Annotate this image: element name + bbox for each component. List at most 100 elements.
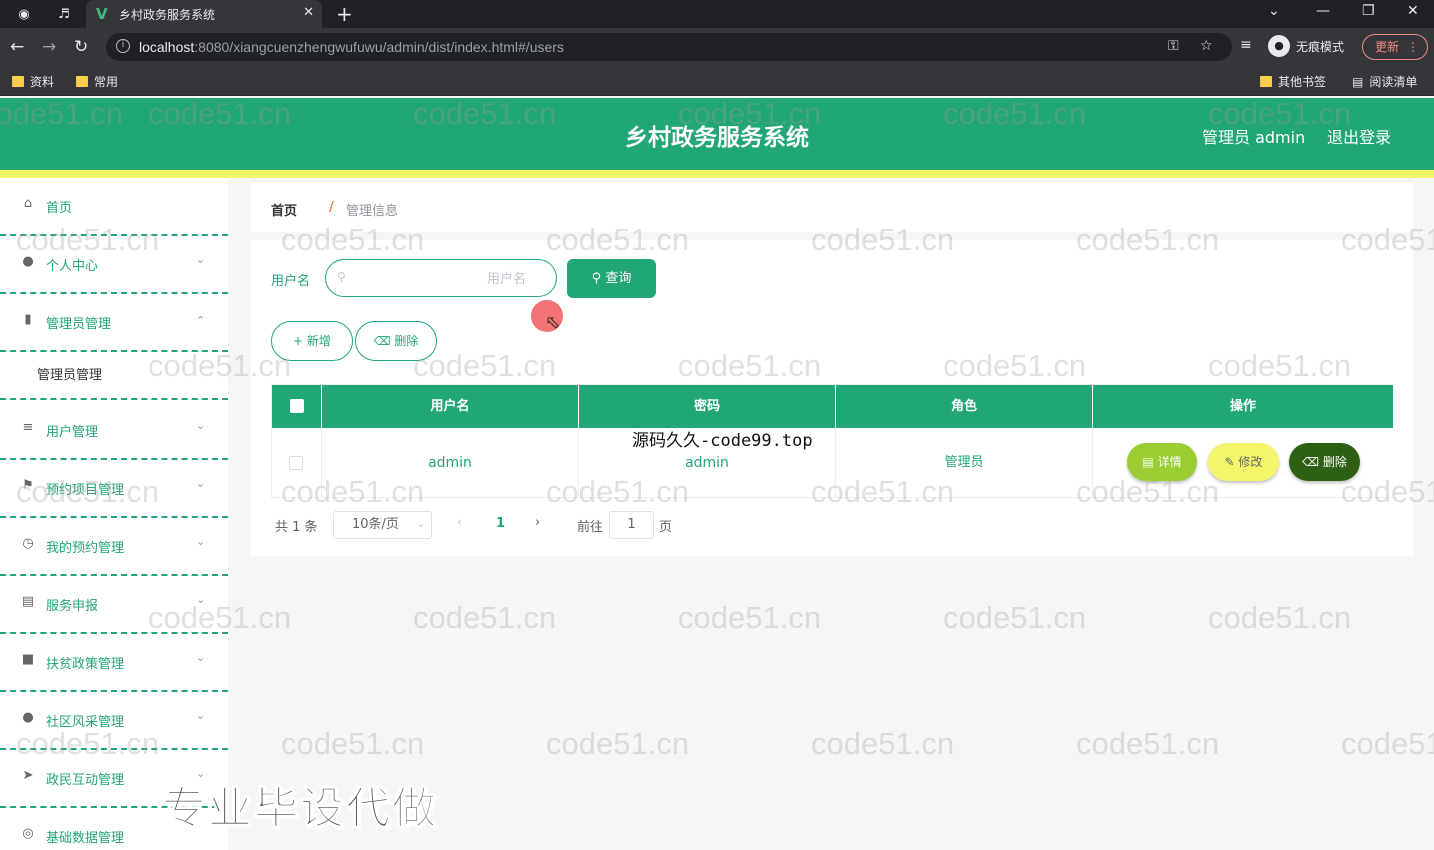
reload-icon[interactable]: ↻ <box>74 37 88 57</box>
bookmarks-bar: 资料 常用 其他书签 ▤ 阅读清单 <box>0 66 1434 96</box>
clock-icon: ◷ <box>22 536 34 551</box>
pagination: 共 1 条 10条/页 ⌄ ‹ 1 › 前往 1 页 <box>271 511 771 539</box>
globe-icon: ◎ <box>22 826 34 841</box>
search-icon: ⚲ <box>591 271 606 286</box>
tab-title: 乡村政务服务系统 <box>119 8 216 22</box>
window-close-icon[interactable]: ✕ <box>1407 3 1419 19</box>
chevron-down-icon[interactable]: ⌄ <box>1268 3 1280 19</box>
breadcrumb-home[interactable]: 首页 <box>271 200 297 219</box>
restore-icon[interactable]: ❐ <box>1362 3 1375 19</box>
folder-icon <box>12 76 24 87</box>
speaker-icon[interactable]: ♬ <box>54 4 74 24</box>
sidebar-item-appointment-projects[interactable]: ⚑ 预约项目管理 ⌄ <box>0 460 228 518</box>
chevron-down-icon: ⌄ <box>416 519 425 530</box>
send-icon: ➤ <box>22 768 34 783</box>
username-cell: admin <box>322 428 579 498</box>
column-header: 密码 <box>579 385 836 428</box>
minimize-icon[interactable]: — <box>1316 3 1330 19</box>
breadcrumb-current: 管理信息 <box>346 204 399 219</box>
content-panel: 用户名 ⚲ ⚲ 查询 + 新增 ⌫ 删除 用户名 密码 角色 操作 admin <box>251 240 1413 556</box>
folder-icon <box>76 76 88 87</box>
sidebar-item-community[interactable]: ● 社区风采管理 ⌄ <box>0 692 228 750</box>
plus-icon: + <box>293 334 307 348</box>
caption-overlay: 源码久久-code99.top <box>632 431 813 451</box>
edit-icon: ✎ <box>1224 455 1239 469</box>
chat-icon: ▤ <box>21 594 35 609</box>
browser-tab[interactable]: V 乡村政务服务系统 ✕ <box>86 0 322 28</box>
prev-page-icon[interactable]: ‹ <box>457 515 462 530</box>
bookmark-folder[interactable]: 常用 <box>76 73 118 90</box>
back-icon[interactable]: ← <box>10 37 24 57</box>
trash-icon: ⌫ <box>373 334 395 348</box>
detail-button[interactable]: ▤ 详情 <box>1127 443 1197 481</box>
select-all-checkbox[interactable] <box>290 399 304 413</box>
breadcrumb-separator: / <box>329 200 334 215</box>
update-button[interactable]: 更新 ⋮ <box>1362 34 1428 60</box>
row-select-cell <box>272 428 322 498</box>
sidebar-item-service-report[interactable]: ▤ 服务申报 ⌄ <box>0 576 228 634</box>
incognito-icon: ● <box>1268 35 1290 57</box>
batch-delete-button[interactable]: ⌫ 删除 <box>355 321 437 361</box>
star-icon[interactable]: ☆ <box>1200 38 1213 54</box>
info-icon[interactable]: i <box>116 39 130 53</box>
new-tab-icon[interactable]: + <box>336 2 353 26</box>
actions-cell: ▤ 详情 ✎ 修改 ⌫ 删除 <box>1093 428 1393 498</box>
user-icon: ● <box>22 254 34 269</box>
browser-tab-bar: ◉ ♬ V 乡村政务服务系统 ✕ + ⌄ — ❐ ✕ <box>0 0 1434 28</box>
table-row: admin admin 管理员 ▤ 详情 ✎ 修改 ⌫ 删除 <box>272 428 1393 498</box>
sidebar: ⌂ 首页 ● 个人中心 ⌄ ▮ 管理员管理 ⌃ 管理员管理 ≡ 用户管理 ⌄ ⚑… <box>0 178 228 850</box>
incognito-profile[interactable]: ● 无痕模式 <box>1268 35 1344 57</box>
promo-overlay: 专业毕设代做 <box>162 783 438 835</box>
current-page[interactable]: 1 <box>496 516 505 531</box>
sidebar-item-poverty-policy[interactable]: ■ 扶贫政策管理 ⌄ <box>0 634 228 692</box>
chevron-down-icon: ⌄ <box>196 593 206 606</box>
folder-icon <box>1260 76 1272 87</box>
column-header: 操作 <box>1229 399 1256 414</box>
chevron-down-icon: ⌄ <box>196 419 206 432</box>
select-all-cell <box>272 385 322 428</box>
search-button[interactable]: ⚲ 查询 <box>567 259 656 298</box>
row-checkbox[interactable] <box>289 456 303 470</box>
search-icon: ⚲ <box>337 270 346 284</box>
page-size-select[interactable]: 10条/页 ⌄ <box>333 511 432 539</box>
close-icon[interactable]: ✕ <box>303 5 314 20</box>
url-text: localhost:8080/xiangcuenzhengwufuwu/admi… <box>139 39 564 55</box>
edit-button[interactable]: ✎ 修改 <box>1208 443 1279 481</box>
chevron-up-icon: ⌃ <box>196 314 206 327</box>
search-input[interactable] <box>356 268 526 288</box>
total-count: 共 1 条 <box>275 520 318 535</box>
other-bookmarks[interactable]: 其他书签 <box>1260 73 1326 90</box>
sidebar-subitem-admin[interactable]: 管理员管理 <box>0 344 228 400</box>
sign-icon: ■ <box>21 652 35 667</box>
goto-page-input[interactable]: 1 <box>609 511 654 539</box>
book-icon: ▮ <box>24 312 32 327</box>
add-button[interactable]: + 新增 <box>271 321 353 361</box>
sidebar-item-users[interactable]: ≡ 用户管理 ⌄ <box>0 402 228 460</box>
globe-icon[interactable]: ◉ <box>14 4 34 24</box>
list-icon: ≡ <box>22 420 34 435</box>
logout-link[interactable]: 退出登录 <box>1327 124 1391 148</box>
vue-logo-icon: V <box>96 5 108 23</box>
search-field[interactable]: ⚲ <box>325 259 557 297</box>
delete-button[interactable]: ⌫ 删除 <box>1289 443 1360 481</box>
sidebar-item-profile[interactable]: ● 个人中心 ⌄ <box>0 236 228 294</box>
queue-icon[interactable]: ≡ <box>1240 37 1252 53</box>
sidebar-item-my-appointments[interactable]: ◷ 我的预约管理 ⌄ <box>0 518 228 576</box>
mouse-cursor-icon: ⬁ <box>545 312 561 333</box>
next-page-icon[interactable]: › <box>535 515 540 530</box>
trash-icon: ⌫ <box>1302 455 1323 469</box>
home-icon: ⌂ <box>23 196 33 211</box>
table-header: 用户名 密码 角色 操作 <box>272 385 1393 428</box>
flag-icon: ⚑ <box>22 478 34 493</box>
search-label: 用户名 <box>271 274 311 289</box>
url-field[interactable]: i localhost:8080/xiangcuenzhengwufuwu/ad… <box>106 33 1232 61</box>
bookmark-folder[interactable]: 资料 <box>12 73 54 90</box>
key-icon[interactable]: ⚿ <box>1168 38 1179 54</box>
forward-icon[interactable]: → <box>42 37 56 57</box>
chevron-down-icon: ⌄ <box>196 535 206 548</box>
breadcrumb: 首页 / 管理信息 <box>251 182 1413 232</box>
header-accent-bar <box>0 170 1434 178</box>
sidebar-item-home[interactable]: ⌂ 首页 <box>0 178 228 236</box>
reading-list[interactable]: ▤ 阅读清单 <box>1352 73 1417 90</box>
users-table: 用户名 密码 角色 操作 admin admin 管理员 ▤ 详情 ✎ 修改 ⌫… <box>271 384 1393 498</box>
